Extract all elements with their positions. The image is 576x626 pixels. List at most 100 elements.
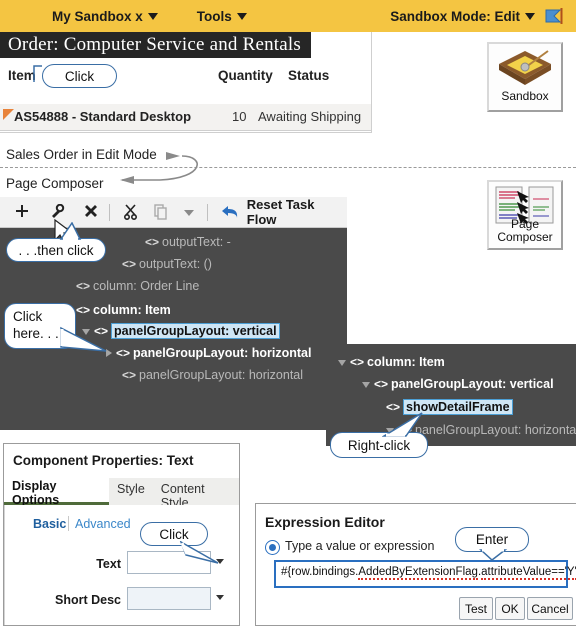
code-tag-icon: <>: [116, 345, 131, 360]
properties-tab-bar: Display Options Style Content Style: [4, 475, 239, 510]
field-label-short-desc: Short Desc: [55, 593, 121, 607]
tree-item[interactable]: <> panelGroupLayout: vertical: [362, 374, 554, 393]
toolbar-separator: [206, 203, 208, 221]
tree-item[interactable]: <> panelGroupLayout: horizontal: [122, 365, 303, 384]
chevron-down-icon: [525, 12, 535, 20]
callout-click-text-field-tail: [179, 541, 219, 564]
tree-item-label: outputText: -: [162, 234, 231, 249]
sandbox-mode-menu[interactable]: Sandbox Mode: Edit: [390, 9, 535, 24]
toolbar-separator: [109, 203, 111, 221]
page-composer-icon-button[interactable]: Page Composer: [487, 180, 563, 250]
tree-item-label: panelGroupLayout: vertical: [391, 376, 554, 391]
dialog-title: Expression Editor: [265, 514, 385, 530]
callout-label-line1: Click: [13, 309, 43, 324]
table-row[interactable]: AS54888 - Standard Desktop 10 Awaiting S…: [0, 104, 371, 131]
code-tag-icon: <>: [374, 376, 389, 391]
code-tag-icon: <>: [145, 234, 160, 249]
column-header-status[interactable]: Status: [288, 68, 329, 83]
expression-part-attr: attributeValue=='Y': [481, 566, 576, 580]
tools-menu[interactable]: Tools: [197, 9, 247, 24]
twisty-open-icon[interactable]: [362, 381, 370, 388]
tree-item[interactable]: <> column: Item: [338, 352, 445, 371]
callout-click-item-tail: [33, 65, 42, 82]
subtab-divider: [68, 516, 69, 531]
cancel-button[interactable]: Cancel: [527, 597, 573, 620]
radio-label: Type a value or expression: [285, 539, 435, 553]
callout-then-click-tail: [59, 222, 82, 241]
row-change-marker-icon: [3, 109, 14, 120]
ok-button[interactable]: OK: [495, 597, 525, 620]
toolbar-more-chevron-down-icon[interactable]: [176, 199, 202, 225]
expression-part-flag: AddedByExtensionFlag: [358, 566, 478, 580]
reset-task-flow-button[interactable]: Reset Task Flow: [247, 197, 347, 227]
callout-label: Click: [159, 526, 189, 542]
short-desc-field[interactable]: [127, 587, 211, 610]
tree-item[interactable]: <> outputText: -: [145, 232, 231, 251]
tree-item-label: column: Item: [367, 354, 445, 369]
sandbox-icon-button[interactable]: Sandbox: [487, 42, 563, 112]
tools-label: Tools: [196, 8, 232, 24]
expression-input[interactable]: #{row.bindings.AddedByExtensionFlag.attr…: [274, 560, 576, 588]
annotation-curved-arrows: [120, 152, 198, 184]
callout-label: . . .then click: [18, 242, 94, 258]
chevron-down-icon: [147, 12, 158, 20]
callout-label: Enter: [475, 532, 509, 547]
callout-label-line2: here. . .: [13, 326, 59, 341]
tree-item-label: panelGroupLayout: horizontal: [139, 367, 304, 382]
section-divider: [0, 167, 576, 168]
sandbox-name-label: My Sandbox x: [52, 8, 143, 24]
sandbox-name-menu[interactable]: My Sandbox x: [52, 9, 158, 24]
field-label-text: Text: [96, 557, 121, 571]
expression-editor-dialog: Expression Editor Type a value or expres…: [255, 503, 576, 626]
annotation-page-composer-label: Page Composer: [6, 176, 104, 191]
cell-quantity: 10: [232, 109, 247, 124]
code-tag-icon: <>: [122, 256, 137, 271]
subtab-basic[interactable]: Basic: [33, 517, 66, 531]
callout-right-click-tail: [382, 412, 423, 437]
dialog-title: Component Properties: Text: [13, 453, 194, 468]
sandbox-icon: [499, 50, 551, 85]
expression-input-value: #{row.bindings.AddedByExtensionFlag.attr…: [281, 566, 576, 580]
code-tag-icon: <>: [76, 278, 91, 293]
undo-arrow-icon[interactable]: [217, 199, 243, 225]
tab-style[interactable]: Style: [109, 478, 153, 505]
order-title-bar: Order: Computer Service and Rentals: [0, 32, 311, 58]
sandbox-top-bar: My Sandbox x Tools Sandbox Mode: Edit: [0, 0, 576, 32]
sandbox-icon-frame: Sandbox: [487, 42, 563, 112]
tree-item-label: column: Order Line: [93, 278, 200, 293]
short-desc-field-chevron-down-icon[interactable]: [216, 595, 224, 600]
copy-icon[interactable]: [148, 199, 174, 225]
callout-enter-tail: [479, 549, 508, 561]
tree-item-label: panelGroupLayout: vertical: [111, 322, 280, 339]
cell-status: Awaiting Shipping: [258, 109, 362, 124]
radio-type-value-or-expression[interactable]: [265, 540, 280, 555]
tree-item[interactable]: <> panelGroupLayout: horizontal: [106, 343, 311, 362]
code-tag-icon: <>: [76, 302, 91, 317]
code-tag-icon: <>: [350, 354, 365, 369]
flag-icon[interactable]: [544, 7, 566, 25]
page-composer-icon-label-2: Composer: [497, 230, 553, 244]
cell-item: AS54888 - Standard Desktop: [14, 109, 192, 124]
composer-toolbar: Reset Task Flow: [0, 197, 347, 228]
page-composer-icon-frame: Page Composer: [487, 180, 563, 250]
tab-content-style[interactable]: Content Style: [153, 478, 239, 510]
tree-item[interactable]: <> column: Item: [76, 300, 171, 319]
tab-display-options[interactable]: Display Options: [4, 475, 109, 507]
expression-prefix: #{row.bindings.: [281, 566, 359, 578]
add-button[interactable]: [9, 199, 35, 225]
code-tag-icon: <>: [122, 367, 137, 382]
chevron-down-icon: [236, 12, 247, 20]
tree-item-label: column: Item: [93, 302, 171, 317]
callout-click-item: Click: [42, 64, 117, 88]
scissors-icon[interactable]: [118, 199, 144, 225]
sandbox-mode-label: Sandbox Mode: Edit: [390, 8, 520, 24]
tree-item[interactable]: <> column: Order Line: [76, 276, 199, 295]
tree-item[interactable]: <> outputText: (): [122, 254, 212, 273]
tree-item-label: panelGroupLayout: horizontal: [133, 345, 312, 360]
callout-click-here-tail: [60, 326, 107, 352]
test-button[interactable]: Test: [459, 597, 493, 620]
twisty-open-icon[interactable]: [338, 359, 346, 366]
tree-item-label: outputText: (): [139, 256, 212, 271]
column-header-quantity[interactable]: Quantity: [218, 68, 273, 83]
subtab-advanced[interactable]: Advanced: [75, 517, 131, 531]
